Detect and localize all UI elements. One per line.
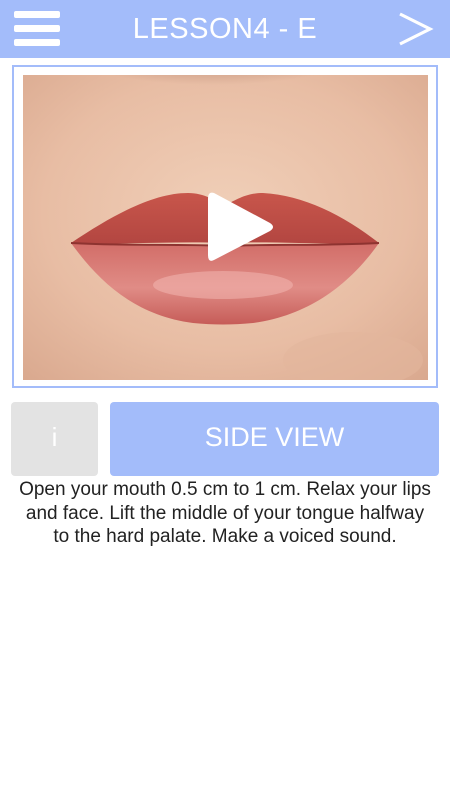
chevron-right-icon[interactable] xyxy=(396,6,436,52)
menu-line xyxy=(14,39,60,46)
side-view-button[interactable]: SIDE VIEW xyxy=(110,402,439,476)
lesson-title: LESSON4 - E xyxy=(132,13,318,45)
lesson-instructions: Open your mouth 0.5 cm to 1 cm. Relax yo… xyxy=(19,479,431,547)
menu-line xyxy=(14,11,60,18)
next-arrow-glyph xyxy=(399,12,434,46)
hamburger-menu-icon[interactable] xyxy=(14,10,60,48)
info-button[interactable]: i xyxy=(11,402,98,476)
menu-line xyxy=(14,25,60,32)
play-icon[interactable] xyxy=(200,187,280,267)
top-bar: LESSON4 - E xyxy=(0,0,450,58)
play-triangle-glyph xyxy=(208,192,273,261)
